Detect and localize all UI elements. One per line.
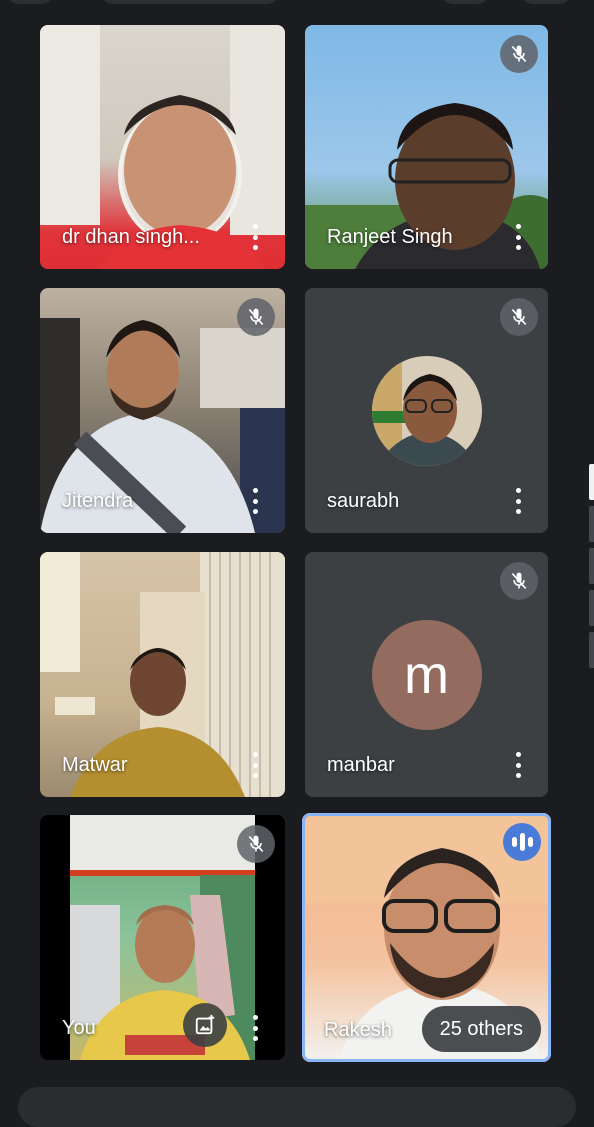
add-photo-icon[interactable] <box>183 1003 227 1047</box>
participant-name: Ranjeet Singh <box>327 226 453 248</box>
participant-tile[interactable]: Ranjeet Singh <box>305 25 548 269</box>
side-control[interactable] <box>589 632 594 668</box>
participant-name: Matwar <box>62 754 128 776</box>
participant-tile-self[interactable]: You <box>40 815 285 1060</box>
participant-tile[interactable]: Matwar <box>40 552 285 797</box>
top-control[interactable] <box>440 0 490 4</box>
participant-name: manbar <box>327 754 395 776</box>
others-button[interactable]: 25 others <box>421 1006 541 1052</box>
participant-name: dr dhan singh... <box>62 226 200 248</box>
bottom-control-bar[interactable] <box>18 1087 576 1127</box>
side-control[interactable] <box>589 464 594 500</box>
more-vert-icon[interactable] <box>245 224 265 250</box>
participant-name: Jitendra <box>62 490 134 512</box>
mic-off-icon <box>500 35 538 73</box>
more-vert-icon[interactable] <box>508 752 528 778</box>
side-control[interactable] <box>589 548 594 584</box>
participant-name: Rakesh <box>324 1019 392 1041</box>
top-control[interactable] <box>6 0 54 4</box>
more-vert-icon[interactable] <box>508 224 528 250</box>
participant-tile[interactable]: m manbar <box>305 552 548 797</box>
top-control[interactable] <box>100 0 280 4</box>
participant-tile[interactable]: Rakesh 25 others <box>302 813 551 1062</box>
mic-off-icon <box>237 825 275 863</box>
participant-tile[interactable]: saurabh <box>305 288 548 533</box>
mic-off-icon <box>500 298 538 336</box>
participant-name: You <box>62 1017 96 1039</box>
mic-off-icon <box>500 562 538 600</box>
audio-level-icon <box>503 823 541 861</box>
video-feed <box>70 815 255 1060</box>
participant-name: saurabh <box>327 490 400 512</box>
more-vert-icon[interactable] <box>508 488 528 514</box>
more-vert-icon[interactable] <box>245 752 265 778</box>
mic-off-icon <box>237 298 275 336</box>
participant-tile[interactable]: dr dhan singh... <box>40 25 285 269</box>
side-control[interactable] <box>589 590 594 626</box>
participant-tile[interactable]: Jitendra <box>40 288 285 533</box>
avatar <box>371 355 482 466</box>
top-control[interactable] <box>520 0 572 4</box>
more-vert-icon[interactable] <box>245 1015 265 1041</box>
side-control[interactable] <box>589 506 594 542</box>
avatar: m <box>371 619 482 730</box>
more-vert-icon[interactable] <box>245 488 265 514</box>
